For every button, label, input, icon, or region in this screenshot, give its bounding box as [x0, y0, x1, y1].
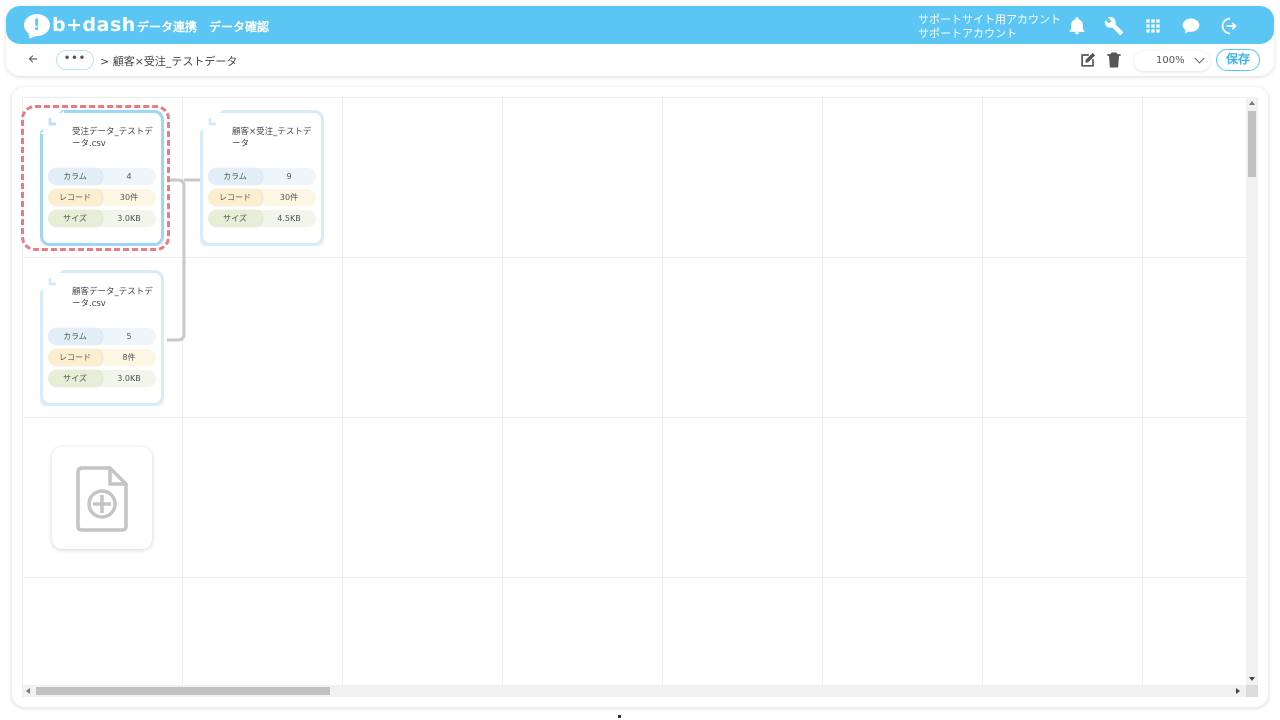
scroll-up-icon[interactable]	[1249, 101, 1255, 105]
column-label: カラム	[208, 168, 262, 185]
record-value: 30件	[119, 193, 139, 202]
breadcrumb: > 顧客×受注_テストデータ	[100, 55, 238, 68]
edit-icon[interactable]	[1078, 50, 1098, 70]
chat-icon[interactable]	[1181, 16, 1201, 36]
chevron-down-icon	[1194, 53, 1205, 64]
size-label: サイズ	[208, 210, 262, 227]
top-navigation-bar: ! b+dash データ連携 データ確認 サポートサイト用アカウント サポートア…	[6, 6, 1274, 44]
record-count-row: レコード 8件	[48, 349, 156, 366]
file-fold-icon	[208, 118, 216, 126]
account-info[interactable]: サポートサイト用アカウント サポートアカウント	[918, 13, 1061, 41]
horizontal-scrollbar[interactable]	[22, 685, 1246, 697]
column-label: カラム	[48, 168, 102, 185]
wrench-icon[interactable]	[1104, 16, 1124, 36]
scroll-down-icon[interactable]	[1249, 677, 1255, 681]
size-row: サイズ 4.5KB	[208, 210, 316, 227]
record-label: レコード	[208, 189, 262, 206]
node-title: 顧客×受注_テストデータ	[232, 127, 312, 149]
vertical-scrollbar[interactable]	[1246, 97, 1258, 685]
size-row: サイズ 3.0KB	[48, 370, 156, 387]
size-row: サイズ 3.0KB	[48, 210, 156, 227]
logout-icon[interactable]	[1220, 16, 1240, 36]
zoom-value: 100%	[1156, 55, 1185, 66]
app-header: ! b+dash データ連携 データ確認 サポートサイト用アカウント サポートア…	[6, 6, 1274, 76]
file-fold-icon	[40, 110, 64, 134]
scroll-left-icon[interactable]	[26, 688, 30, 694]
record-label: レコード	[48, 189, 102, 206]
data-node-orders[interactable]: 受注データ_テストデータ.csv カラム 4 レコード 30件 サイズ 3.0K…	[40, 110, 164, 246]
column-count-row: カラム 4	[48, 168, 156, 185]
trash-icon[interactable]	[1104, 50, 1124, 70]
column-count-row: カラム 9	[208, 168, 316, 185]
size-value: 4.5KB	[277, 214, 301, 223]
account-name: サポートサイト用アカウント	[918, 13, 1061, 26]
size-label: サイズ	[48, 370, 102, 387]
stray-mark	[618, 715, 621, 718]
file-fold-icon	[48, 278, 56, 286]
logo-text: b+dash	[52, 14, 136, 36]
add-data-node-button[interactable]	[52, 447, 152, 549]
nav-data-integration[interactable]: データ連携	[137, 18, 197, 35]
record-count-row: レコード 30件	[48, 189, 156, 206]
record-count-row: レコード 30件	[208, 189, 316, 206]
vertical-scroll-thumb[interactable]	[1248, 111, 1256, 177]
save-button[interactable]: 保存	[1216, 49, 1260, 71]
record-label: レコード	[48, 349, 102, 366]
record-value: 30件	[279, 193, 299, 202]
scroll-right-icon[interactable]	[1236, 688, 1240, 694]
data-node-joined[interactable]: 顧客×受注_テストデータ カラム 9 レコード 30件 サイズ 4.5KB	[200, 110, 324, 246]
grid-icon[interactable]	[1143, 16, 1163, 36]
node-title: 顧客データ_テストデータ.csv	[72, 287, 153, 309]
bdash-logo[interactable]: ! b+dash	[24, 13, 136, 37]
logo-bubble-icon: !	[24, 14, 50, 36]
sub-toolbar: ••• > 顧客×受注_テストデータ 100% 保存	[6, 46, 1274, 74]
column-value: 4	[126, 172, 132, 181]
back-arrow-icon[interactable]	[24, 50, 42, 68]
column-count-row: カラム 5	[48, 328, 156, 345]
column-value: 5	[126, 332, 132, 341]
horizontal-scroll-thumb[interactable]	[36, 687, 330, 695]
scroll-corner	[1246, 685, 1258, 697]
record-value: 8件	[122, 353, 136, 362]
nav-data-check[interactable]: データ確認	[209, 18, 269, 35]
node-title: 受注データ_テストデータ.csv	[72, 127, 153, 149]
column-value: 9	[286, 172, 292, 181]
column-label: カラム	[48, 328, 102, 345]
size-value: 3.0KB	[117, 374, 141, 383]
size-label: サイズ	[48, 210, 102, 227]
bell-icon[interactable]	[1067, 16, 1087, 36]
zoom-select[interactable]: 100%	[1134, 51, 1210, 71]
account-user: サポートアカウント	[918, 27, 1017, 40]
add-file-icon	[76, 466, 128, 532]
more-options-button[interactable]: •••	[56, 50, 94, 70]
size-value: 3.0KB	[117, 214, 141, 223]
data-node-customers[interactable]: 顧客データ_テストデータ.csv カラム 5 レコード 8件 サイズ 3.0KB	[40, 270, 164, 406]
